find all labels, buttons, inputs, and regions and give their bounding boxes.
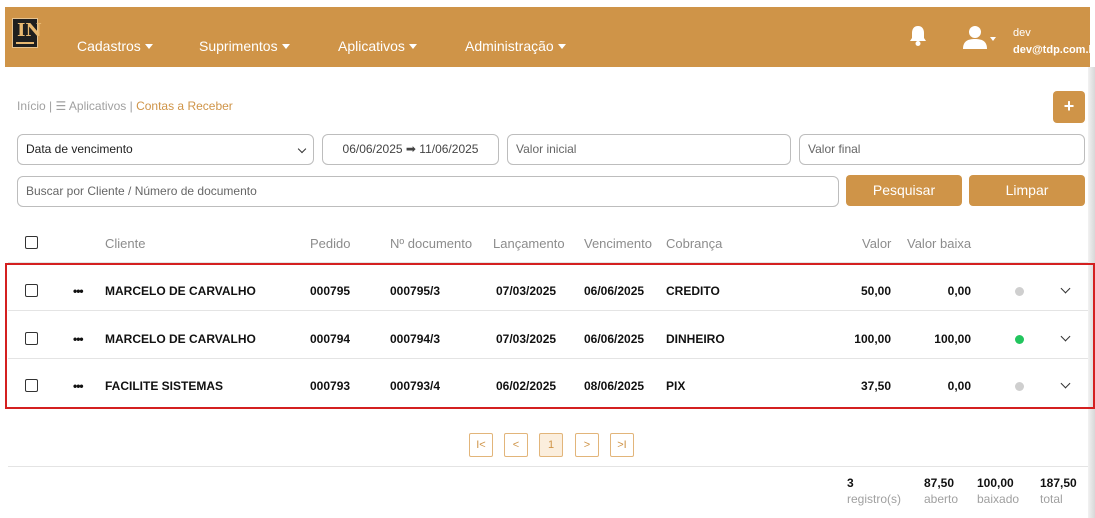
total-aberto-value: 87,50 bbox=[924, 476, 955, 490]
nav-aplicativos[interactable]: Aplicativos bbox=[338, 38, 417, 54]
breadcrumb-apps[interactable]: ☰ Aplicativos | bbox=[55, 99, 132, 113]
logo-underline bbox=[16, 42, 34, 44]
total-aberto-label: aberto bbox=[924, 492, 959, 506]
app-logo[interactable]: IN bbox=[12, 18, 42, 48]
search-input[interactable]: Buscar por Cliente / Número de documento bbox=[17, 176, 839, 207]
user-caret-icon[interactable] bbox=[990, 37, 996, 41]
caret-down-icon bbox=[144, 44, 153, 49]
col-vencimento[interactable]: Vencimento bbox=[584, 236, 652, 251]
logo-text: IN bbox=[17, 20, 42, 41]
page-current-button[interactable]: 1 bbox=[539, 433, 563, 457]
date-type-select[interactable]: Data de vencimento bbox=[17, 134, 314, 165]
page-last-button[interactable]: >I bbox=[610, 433, 634, 457]
top-strip bbox=[0, 0, 1095, 7]
user-email: dev@tdp.com.br bbox=[1013, 44, 1095, 56]
total-registros-value: 3 bbox=[847, 476, 854, 490]
total-baixado-label: baixado bbox=[977, 492, 1020, 506]
nav-suprimentos[interactable]: Suprimentos bbox=[199, 38, 290, 54]
breadcrumb-home[interactable]: Início | bbox=[17, 99, 52, 113]
nav-aplicativos-label: Aplicativos bbox=[338, 38, 405, 54]
user-name: dev bbox=[1013, 27, 1031, 39]
clear-button[interactable]: Limpar bbox=[969, 175, 1085, 206]
col-documento[interactable]: Nº documento bbox=[390, 236, 472, 251]
col-valor[interactable]: Valor bbox=[862, 236, 891, 251]
footer-divider bbox=[8, 466, 1088, 467]
total-geral-value: 187,50 bbox=[1040, 476, 1077, 490]
caret-down-icon bbox=[408, 44, 417, 49]
nav-administracao[interactable]: Administração bbox=[465, 38, 566, 54]
caret-down-icon bbox=[557, 44, 566, 49]
col-cliente[interactable]: Cliente bbox=[105, 236, 145, 251]
total-baixado-value: 100,00 bbox=[977, 476, 1014, 490]
search-button[interactable]: Pesquisar bbox=[846, 175, 962, 206]
chevron-down-icon bbox=[297, 144, 307, 154]
col-cobranca[interactable]: Cobrança bbox=[666, 236, 722, 251]
total-registros-label: registro(s) bbox=[847, 492, 902, 506]
valor-final-input[interactable]: Valor final bbox=[799, 134, 1085, 165]
add-button[interactable]: + bbox=[1053, 91, 1085, 123]
col-lancamento[interactable]: Lançamento bbox=[493, 236, 565, 251]
date-range-field[interactable]: 06/06/2025 ➡ 11/06/2025 bbox=[322, 134, 499, 165]
page-prev-button[interactable]: < bbox=[504, 433, 528, 457]
col-valor-baixa[interactable]: Valor baixa bbox=[907, 236, 971, 251]
caret-down-icon bbox=[281, 44, 290, 49]
date-type-value: Data de vencimento bbox=[26, 142, 133, 156]
bell-icon[interactable] bbox=[908, 25, 928, 47]
total-geral-label: total bbox=[1040, 492, 1063, 506]
select-all-checkbox[interactable] bbox=[25, 236, 38, 249]
page-next-button[interactable]: > bbox=[575, 433, 599, 457]
selection-highlight bbox=[5, 263, 1095, 409]
breadcrumb-current: Contas a Receber bbox=[136, 99, 233, 113]
col-pedido[interactable]: Pedido bbox=[310, 236, 350, 251]
nav-suprimentos-label: Suprimentos bbox=[199, 38, 278, 54]
nav-cadastros-label: Cadastros bbox=[77, 38, 141, 54]
user-icon[interactable] bbox=[960, 25, 990, 49]
nav-administracao-label: Administração bbox=[465, 38, 554, 54]
valor-inicial-input[interactable]: Valor inicial bbox=[507, 134, 791, 165]
nav-cadastros[interactable]: Cadastros bbox=[77, 38, 153, 54]
page-first-button[interactable]: I< bbox=[469, 433, 493, 457]
top-navbar: IN Cadastros Suprimentos Aplicativos Adm… bbox=[5, 7, 1095, 67]
breadcrumb: Início | ☰ Aplicativos | Contas a Recebe… bbox=[17, 99, 233, 113]
